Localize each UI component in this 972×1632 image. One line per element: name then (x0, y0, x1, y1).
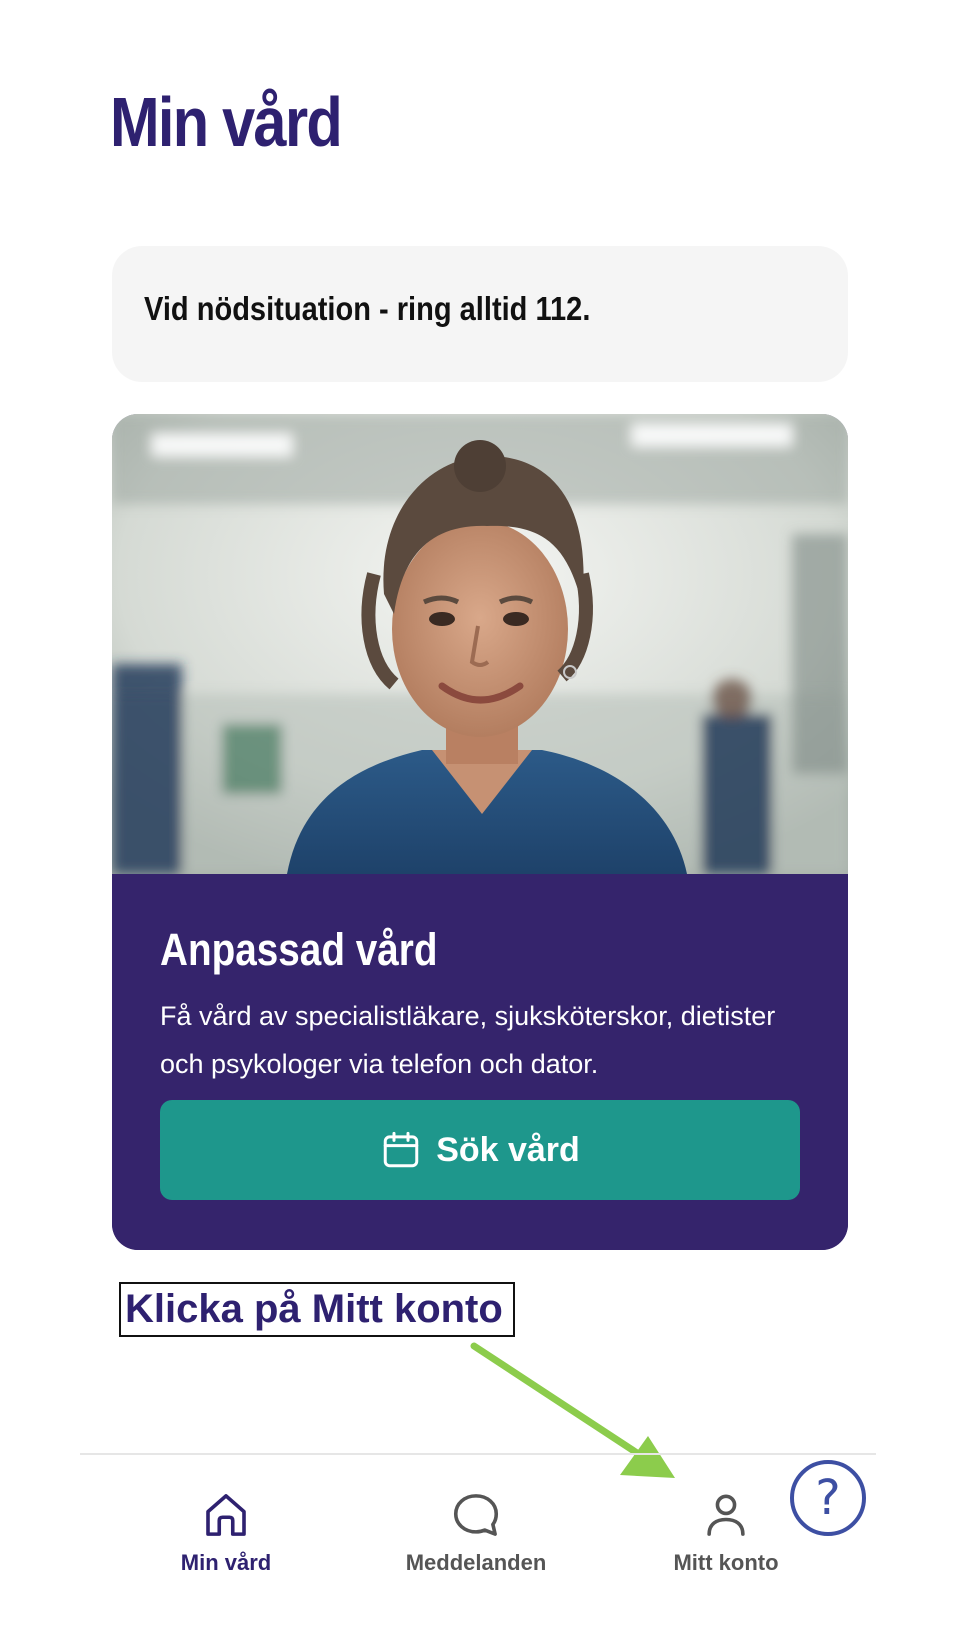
question-mark-icon: ? (815, 1470, 841, 1526)
nav-label: Meddelanden (405, 1550, 547, 1575)
page-title: Min vård (110, 83, 343, 161)
care-card-title: Anpassad vård (160, 924, 438, 975)
nurse-photo (112, 414, 848, 874)
chat-bubble-icon (453, 1494, 499, 1536)
help-button[interactable]: ? (790, 1460, 866, 1536)
care-card-body: Anpassad vård Få vård av specialistläkar… (112, 874, 848, 1250)
arrow-annotation-icon (470, 1342, 675, 1478)
user-icon (707, 1494, 745, 1536)
nav-label: Mitt konto (673, 1550, 779, 1575)
emergency-notice-text: Vid nödsituation - ring alltid 112. (144, 290, 591, 327)
instruction-text: Klicka på Mitt konto (125, 1287, 503, 1331)
care-card: Anpassad vård Få vård av specialistläkar… (112, 414, 848, 1250)
nav-item-min-vard[interactable]: Min vård (126, 1488, 326, 1598)
care-card-description: Få vård av specialistläkare, sjuksköters… (160, 1001, 776, 1079)
bottom-nav-divider (80, 1453, 876, 1455)
nav-label: Min vård (180, 1550, 272, 1575)
calendar-icon (383, 1131, 419, 1168)
instruction-callout: Klicka på Mitt konto (119, 1282, 515, 1337)
nav-item-meddelanden[interactable]: Meddelanden (376, 1488, 576, 1598)
search-care-button[interactable]: Sök vård (160, 1100, 800, 1200)
emergency-notice: Vid nödsituation - ring alltid 112. (112, 246, 848, 382)
search-care-button-label: Sök vård (436, 1130, 580, 1169)
home-icon (206, 1494, 246, 1536)
